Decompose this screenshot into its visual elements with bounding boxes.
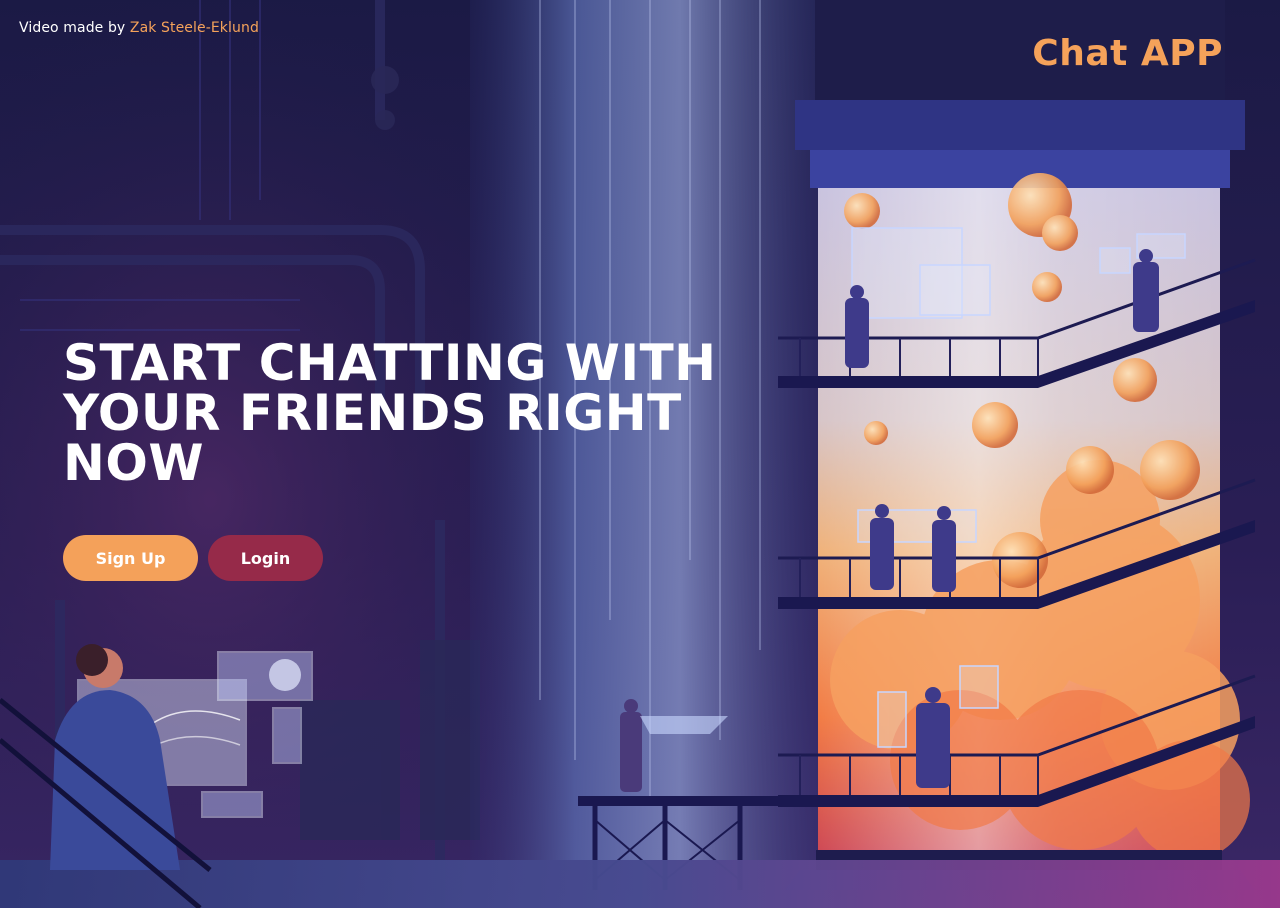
app-title: Chat APP — [1032, 33, 1223, 74]
login-button[interactable]: Login — [208, 535, 323, 581]
video-credit: Video made by Zak Steele-Eklund — [19, 20, 259, 36]
signup-button[interactable]: Sign Up — [63, 535, 198, 581]
credit-author-link[interactable]: Zak Steele-Eklund — [130, 20, 259, 36]
credit-prefix: Video made by — [19, 20, 130, 36]
hero-heading: START CHATTING WITH YOUR FRIENDS RIGHT N… — [63, 334, 717, 492]
